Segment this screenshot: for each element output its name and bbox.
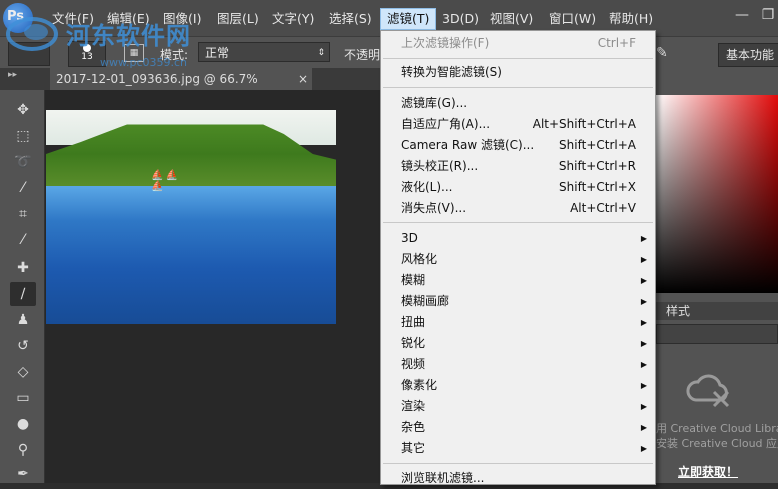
watermark-text: 河东软件网	[66, 22, 191, 50]
menu-view[interactable]: 视图(V)	[484, 9, 539, 29]
workspace-button[interactable]: 基本功能	[718, 43, 778, 67]
cloud-offline-icon	[686, 374, 730, 408]
dodge-tool-icon[interactable]: ⚲	[10, 438, 36, 462]
menu-item-distort[interactable]: 扭曲 ▶	[381, 312, 655, 333]
submenu-arrow-icon: ▶	[640, 444, 647, 453]
menu-item-last-filter[interactable]: 上次滤镜操作(F) Ctrl+F	[381, 33, 655, 54]
submenu-arrow-icon: ▶	[640, 402, 647, 411]
menu-item-lens-correction[interactable]: 镜头校正(R)... Shift+Ctrl+R	[381, 156, 655, 177]
cc-libraries-text: 用 Creative Cloud Libraries	[656, 422, 778, 435]
submenu-arrow-icon: ▶	[640, 276, 647, 285]
menu-type[interactable]: 文字(Y)	[266, 9, 320, 29]
clone-stamp-tool-icon[interactable]: ♟	[10, 308, 36, 332]
document-tab-bar: ▸▸ 2017-12-01_093636.jpg @ 66.7%(RGB/8#)…	[0, 68, 380, 108]
submenu-arrow-icon: ▶	[640, 339, 647, 348]
eraser-tool-icon[interactable]: ◇	[10, 360, 36, 384]
image-water	[46, 186, 336, 324]
submenu-arrow-icon: ▶	[640, 360, 647, 369]
menu-item-camera-raw[interactable]: Camera Raw 滤镜(C)... Shift+Ctrl+A	[381, 135, 655, 156]
brush-size-value: 13	[81, 52, 93, 62]
move-tool-icon[interactable]: ✥	[10, 98, 36, 122]
menu-help[interactable]: 帮助(H)	[603, 9, 659, 29]
menu-item-convert-smart-filter[interactable]: 转换为智能滤镜(S)	[381, 62, 655, 83]
mode-select-value: 正常	[205, 46, 230, 60]
submenu-arrow-icon: ▶	[640, 318, 647, 327]
menu-item-pixelate[interactable]: 像素化 ▶	[381, 375, 655, 396]
pressure-icon[interactable]: ✎	[656, 45, 668, 61]
menu-item-adaptive-wide-angle[interactable]: 自适应广角(A)... Alt+Shift+Ctrl+A	[381, 114, 655, 135]
eyedropper-tool-icon[interactable]: ⁄	[10, 228, 36, 252]
brush-tool-icon[interactable]: ∕	[10, 282, 36, 306]
lasso-tool-icon[interactable]: ➰	[10, 150, 36, 174]
watermark-url: www.pc0359.cn	[100, 56, 188, 69]
blur-tool-icon[interactable]: ●	[10, 412, 36, 436]
collapse-icon[interactable]: ▸▸	[8, 70, 17, 80]
submenu-arrow-icon: ▶	[640, 381, 647, 390]
menu-item-render[interactable]: 渲染 ▶	[381, 396, 655, 417]
image-boats: ⛵⛵⛵	[151, 170, 180, 192]
color-picker-field[interactable]	[656, 95, 778, 293]
opacity-label: 不透明	[344, 48, 381, 62]
menu-item-3d[interactable]: 3D ▶	[381, 228, 655, 249]
menu-item-blur[interactable]: 模糊 ▶	[381, 270, 655, 291]
menu-item-vanishing-point[interactable]: 消失点(V)... Alt+Ctrl+V	[381, 198, 655, 219]
menu-item-liquify[interactable]: 液化(L)... Shift+Ctrl+X	[381, 177, 655, 198]
menu-item-other[interactable]: 其它 ▶	[381, 438, 655, 459]
document-tab[interactable]: 2017-12-01_093636.jpg @ 66.7%(RGB/8#) ×	[50, 68, 312, 108]
cc-install-text: 安装 Creative Cloud 应用程	[656, 437, 778, 450]
gradient-tool-icon[interactable]: ▭	[10, 386, 36, 410]
pen-tool-icon[interactable]: ✒	[10, 462, 36, 486]
menu-window[interactable]: 窗口(W)	[543, 9, 602, 29]
menu-separator	[383, 58, 653, 59]
menu-item-sharpen[interactable]: 锐化 ▶	[381, 333, 655, 354]
tools-panel: ✥ ⬚ ➰ ⁄ ⌗ ⁄ ✚ ∕ ♟ ↺ ◇ ▭ ● ⚲ ✒	[0, 90, 45, 483]
healing-brush-tool-icon[interactable]: ✚	[10, 256, 36, 280]
submenu-arrow-icon: ▶	[640, 234, 647, 243]
watermark-logo	[6, 17, 58, 51]
submenu-arrow-icon: ▶	[640, 423, 647, 432]
menu-select[interactable]: 选择(S)	[323, 9, 378, 29]
menu-item-video[interactable]: 视频 ▶	[381, 354, 655, 375]
get-now-link[interactable]: 立即获取！	[678, 463, 738, 480]
minimize-button[interactable]: —	[730, 6, 754, 24]
menu-item-stylize[interactable]: 风格化 ▶	[381, 249, 655, 270]
select-arrows-icon: ⇕	[317, 48, 325, 58]
tab-styles[interactable]: 样式	[666, 302, 690, 320]
close-icon[interactable]: ×	[298, 68, 308, 90]
crop-tool-icon[interactable]: ⌗	[10, 202, 36, 226]
library-select[interactable]	[656, 324, 778, 344]
menu-separator	[383, 463, 653, 464]
history-brush-tool-icon[interactable]: ↺	[10, 334, 36, 358]
filter-menu: 上次滤镜操作(F) Ctrl+F 转换为智能滤镜(S) 滤镜库(G)... 自适应…	[380, 30, 656, 485]
document-image[interactable]: ⛵⛵⛵	[46, 110, 336, 324]
submenu-arrow-icon: ▶	[640, 297, 647, 306]
menu-item-noise[interactable]: 杂色 ▶	[381, 417, 655, 438]
menu-filter[interactable]: 滤镜(T)	[380, 8, 437, 30]
menu-layer[interactable]: 图层(L)	[211, 9, 265, 29]
menu-item-browse-online[interactable]: 浏览联机滤镜...	[381, 468, 655, 489]
menu-separator	[383, 222, 653, 223]
marquee-tool-icon[interactable]: ⬚	[10, 124, 36, 148]
mode-select[interactable]: 正常 ⇕	[198, 42, 330, 62]
restore-button[interactable]: ❐	[756, 6, 778, 24]
menu-item-blur-gallery[interactable]: 模糊画廊 ▶	[381, 291, 655, 312]
submenu-arrow-icon: ▶	[640, 255, 647, 264]
quick-select-tool-icon[interactable]: ⁄	[10, 176, 36, 200]
menu-item-filter-gallery[interactable]: 滤镜库(G)...	[381, 93, 655, 114]
menu-3d[interactable]: 3D(D)	[436, 9, 485, 29]
menu-separator	[383, 87, 653, 88]
